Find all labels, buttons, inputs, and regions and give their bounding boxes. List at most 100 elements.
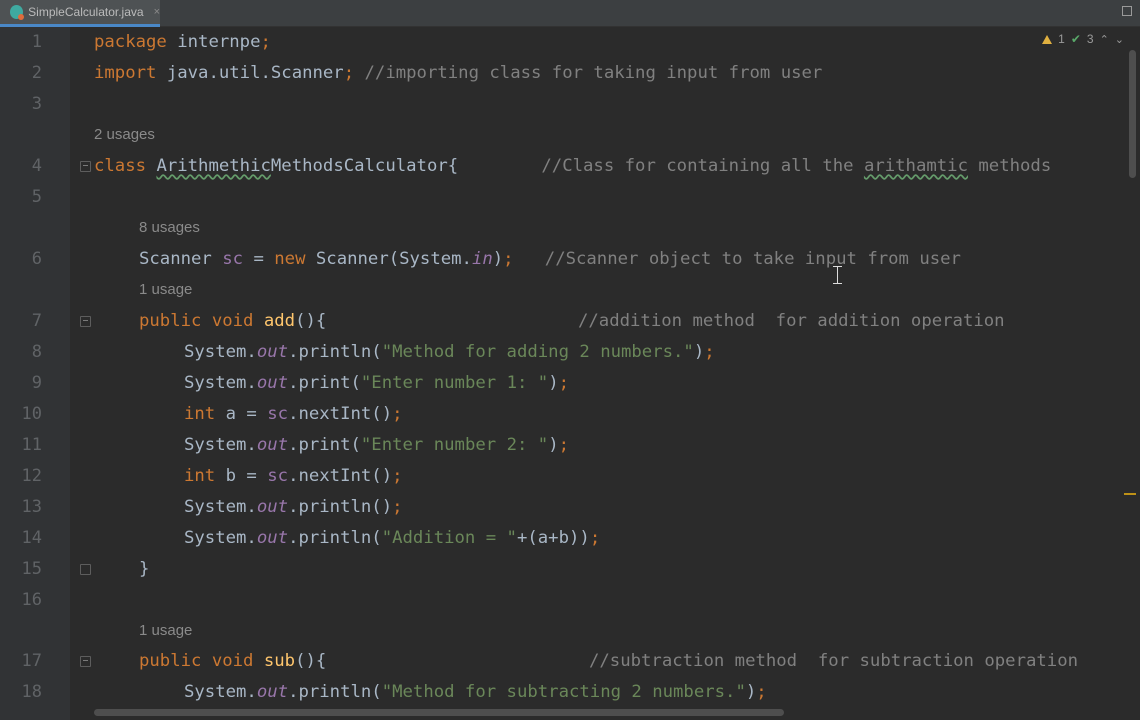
code-line-13: 13 System.out.println();	[0, 492, 1130, 522]
weak-warning-icon: ✔	[1070, 32, 1081, 46]
line-number: 14	[21, 528, 42, 548]
code-line-15: 15 }	[0, 554, 1130, 584]
fold-marker-icon[interactable]	[80, 161, 91, 172]
code-line-14: 14 System.out.println("Addition = "+(a+b…	[0, 523, 1130, 553]
usages-hint[interactable]: 1 usage	[139, 616, 192, 646]
fold-marker-icon[interactable]	[80, 316, 91, 327]
semicolon: ;	[392, 404, 403, 424]
horizontal-scrollbar[interactable]	[94, 709, 784, 716]
code-token: .println(	[288, 528, 382, 548]
usages-hint[interactable]: 8 usages	[139, 213, 200, 243]
java-class-icon	[10, 5, 25, 20]
semicolon: ;	[503, 249, 514, 269]
code-token: )	[492, 249, 504, 269]
code-comment: //Class for containing all the	[541, 156, 864, 176]
line-number: 11	[21, 435, 42, 455]
code-comment: //Scanner object to take input from user	[513, 249, 961, 269]
code-token: .nextInt()	[288, 466, 393, 486]
field-token: sc	[222, 249, 244, 269]
code-token: MethodsCalculator{	[270, 156, 459, 176]
static-field-token: out	[256, 497, 289, 517]
code-token: .nextInt()	[288, 404, 393, 424]
code-text: public void sub(){	[139, 646, 326, 676]
code-token: System.	[184, 497, 257, 517]
previous-highlight-icon[interactable]: ⌃	[1100, 33, 1109, 46]
line-number: 6	[31, 249, 42, 269]
keyword: import	[94, 63, 157, 83]
warning-stripe-marker[interactable]	[1124, 493, 1136, 495]
string-literal: "Enter number 2: "	[360, 435, 549, 455]
semicolon: ;	[589, 528, 601, 548]
string-literal: "Enter number 1: "	[360, 373, 549, 393]
field-token: sc	[267, 404, 289, 424]
code-text: import java.util.Scanner; //importing cl…	[94, 58, 822, 88]
line-number: 3	[31, 94, 42, 114]
code-token: )	[745, 682, 757, 702]
code-line-3: 3	[0, 89, 1130, 119]
semicolon: ;	[343, 63, 355, 83]
code-text: System.out.print("Enter number 1: ");	[184, 368, 569, 398]
line-number: 17	[21, 651, 42, 671]
code-token: Scanner(System.	[305, 249, 472, 269]
code-token: internpe	[166, 32, 261, 52]
warning-icon	[1042, 34, 1053, 44]
usages-hint[interactable]: 1 usage	[139, 275, 192, 305]
inspection-widget[interactable]: 1 ✔ 3 ⌃ ⌄	[1042, 32, 1124, 46]
code-token: (){	[295, 651, 327, 671]
fold-end-marker-icon[interactable]	[80, 564, 91, 575]
code-token: System.	[184, 373, 257, 393]
line-number: 13	[21, 497, 42, 517]
next-highlight-icon[interactable]: ⌄	[1115, 33, 1124, 46]
method-name-token: add	[263, 311, 296, 331]
line-number: 1	[31, 32, 42, 52]
close-tab-icon[interactable]: ×	[154, 6, 160, 18]
usage-hint-row: 8 usages	[0, 213, 1130, 243]
semicolon: ;	[558, 435, 569, 455]
code-token: System.	[184, 528, 257, 548]
tab-label: SimpleCalculator.java	[28, 5, 144, 19]
code-text: package internpe;	[94, 27, 271, 57]
code-token: +(a+b))	[516, 528, 590, 548]
code-text: System.out.println("Addition = "+(a+b));	[184, 523, 600, 553]
code-line-1: 1 package internpe;	[0, 27, 1130, 57]
string-literal: "Method for adding 2 numbers."	[381, 342, 694, 362]
text-cursor-icon	[833, 266, 842, 284]
usages-hint[interactable]: 2 usages	[94, 120, 155, 150]
semicolon: ;	[392, 497, 403, 517]
usage-hint-row: 1 usage	[0, 275, 1130, 305]
restore-window-icon[interactable]	[1122, 6, 1132, 16]
code-line-7: 7 public void add(){ //addition method f…	[0, 306, 1130, 336]
line-number: 9	[31, 373, 42, 393]
usage-hint-row: 1 usage	[0, 616, 1130, 646]
string-literal: "Addition = "	[381, 528, 517, 548]
line-number: 8	[31, 342, 42, 362]
code-line-5: 5	[0, 182, 1130, 212]
code-line-2: 2 import java.util.Scanner; //importing …	[0, 58, 1130, 88]
code-comment: //subtraction method for subtraction ope…	[589, 651, 1078, 671]
static-field-token: in	[471, 249, 493, 269]
keyword: public void	[139, 311, 254, 331]
tab-simplecalculator-java[interactable]: SimpleCalculator.java ×	[0, 0, 160, 27]
code-text: int b = sc.nextInt();	[184, 461, 403, 491]
code-editor[interactable]: 1 package internpe; 2 import java.util.S…	[0, 27, 1140, 720]
typo-token: Arithmethic	[156, 156, 271, 176]
line-number: 15	[21, 559, 42, 579]
line-number: 10	[21, 404, 42, 424]
code-token: System.	[184, 342, 257, 362]
semicolon: ;	[756, 682, 767, 702]
typo-comment-token: arithamtic	[863, 156, 968, 176]
code-token: .println()	[288, 497, 393, 517]
code-text: int a = sc.nextInt();	[184, 399, 403, 429]
code-line-4: 4 class ArithmethicMethodsCalculator{ //…	[0, 151, 1130, 181]
code-token: )	[548, 435, 559, 455]
code-token: a =	[215, 404, 268, 424]
fold-marker-icon[interactable]	[80, 656, 91, 667]
vertical-scrollbar[interactable]	[1129, 50, 1136, 178]
line-number: 18	[21, 682, 42, 702]
code-line-11: 11 System.out.print("Enter number 2: ");	[0, 430, 1130, 460]
code-line-18: 18 System.out.println("Method for subtra…	[0, 677, 1130, 707]
keyword: int	[184, 404, 216, 424]
